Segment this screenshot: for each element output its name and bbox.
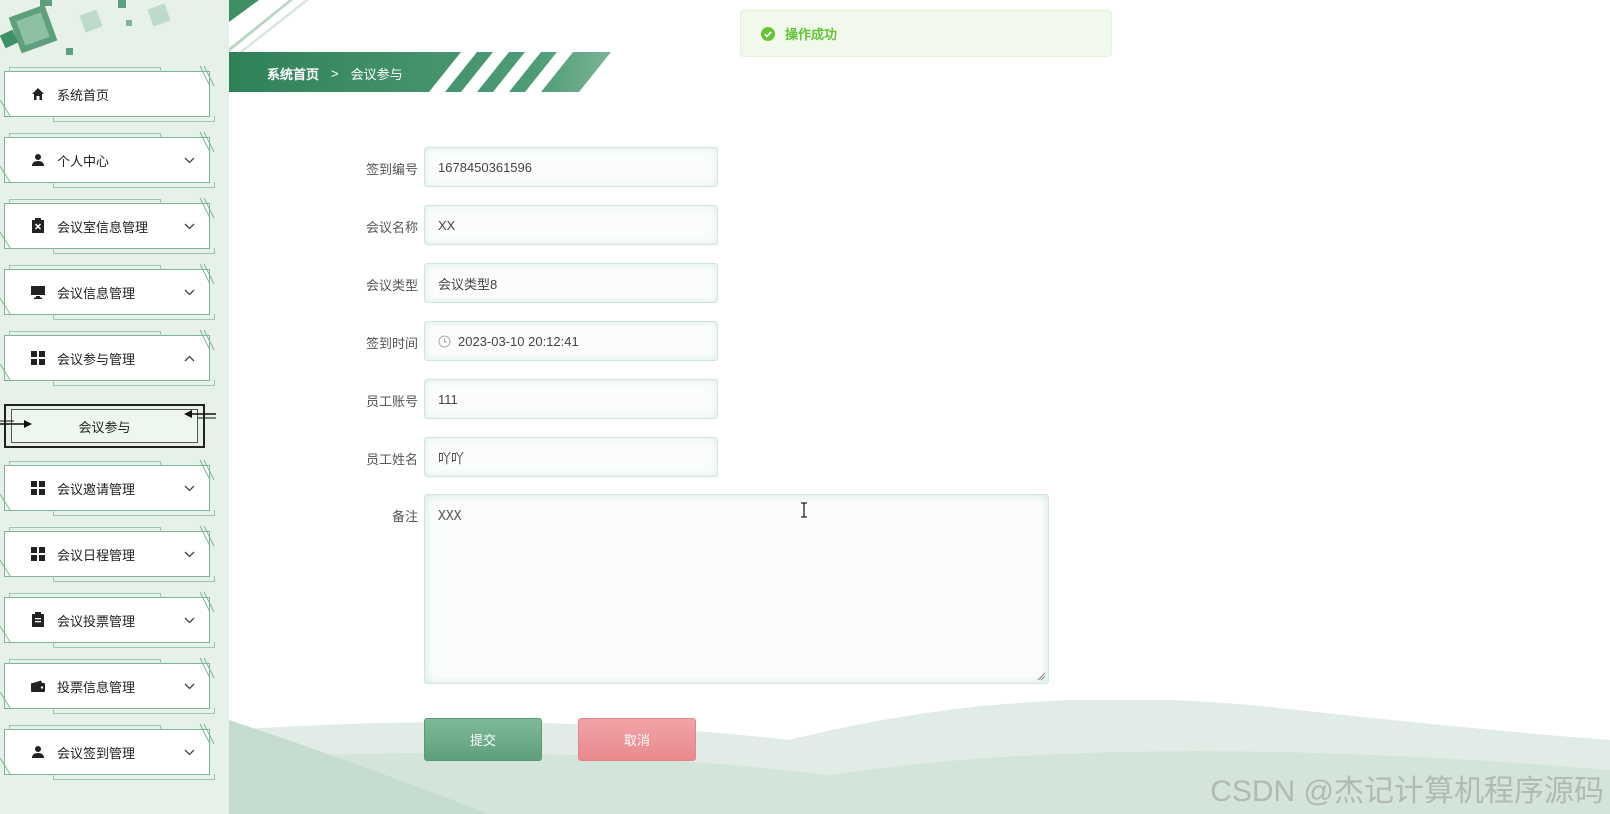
toast-message: 操作成功 [785, 27, 838, 42]
sidebar-item-label: 会议邀请管理 [57, 481, 136, 497]
employee-name-input[interactable]: 吖吖 [424, 437, 718, 477]
sidebar-item-schedule[interactable]: 会议日程管理 [4, 527, 215, 582]
field-value: 吖吖 [438, 450, 465, 466]
field-label: 签到时间 [365, 336, 418, 351]
submit-button[interactable]: 提交 [424, 718, 542, 761]
sidebar-item-participation[interactable]: 会议参与管理 [4, 331, 215, 386]
chevron-down-icon [183, 548, 195, 560]
menu-edge-decoration-left [0, 99, 11, 775]
sidebar-item-label: 会议投票管理 [57, 613, 136, 629]
text-cursor-icon [801, 502, 807, 518]
breadcrumb-separator: > [331, 66, 339, 81]
field-label: 签到编号 [365, 162, 418, 177]
menu-edge-decoration [199, 65, 215, 745]
field-label: 备注 [391, 509, 418, 524]
user-icon [29, 151, 47, 169]
sidebar-item-label: 会议日程管理 [57, 547, 136, 563]
sidebar-item-meeting-info[interactable]: 会议信息管理 [4, 265, 215, 320]
sidebar-item-label: 会议签到管理 [57, 745, 136, 761]
sidebar-subitem-label: 会议参与 [78, 419, 131, 435]
sidebar-item-label: 投票信息管理 [57, 679, 136, 695]
clock-icon [438, 335, 451, 347]
field-value: XXX [438, 509, 462, 524]
chevron-up-icon [183, 352, 195, 364]
grid-icon [29, 349, 47, 367]
sidebar-item-label: 会议室信息管理 [57, 219, 149, 235]
clipboard-x-icon [29, 217, 47, 235]
clipboard-icon [29, 611, 47, 629]
chevron-down-icon [183, 482, 195, 494]
meeting-type-input[interactable]: 会议类型8 [424, 263, 718, 303]
sidebar-item-vote[interactable]: 会议投票管理 [4, 593, 215, 648]
watermark: CSDN @杰记计算机程序源码 [1210, 775, 1604, 808]
sidebar-item-room-info[interactable]: 会议室信息管理 [4, 199, 215, 254]
field-label: 会议类型 [365, 278, 418, 293]
user-icon [29, 743, 47, 761]
sidebar-item-signin[interactable]: 会议签到管理 [4, 725, 215, 780]
chevron-down-icon [183, 220, 195, 232]
sidebar-decoration [0, 0, 171, 55]
remark-textarea[interactable]: XXX [424, 494, 1049, 684]
grid-icon [29, 545, 47, 563]
field-value: 2023-03-10 20:12:41 [458, 333, 579, 349]
sign-time-picker[interactable]: 2023-03-10 20:12:41 [424, 321, 718, 361]
sidebar-item-vote-info[interactable]: 投票信息管理 [4, 659, 215, 714]
chevron-down-icon [183, 614, 195, 626]
breadcrumb-current: 会议参与 [350, 67, 403, 82]
chevron-down-icon [183, 746, 195, 758]
home-icon [29, 85, 47, 103]
field-label: 员工姓名 [365, 452, 418, 467]
resize-handle-icon[interactable] [1037, 672, 1046, 681]
field-value: 会议类型8 [438, 276, 498, 292]
field-value: 111 [438, 391, 458, 407]
sidebar-item-label: 会议参与管理 [57, 351, 136, 367]
meeting-name-input[interactable]: XX [424, 205, 718, 245]
field-label: 会议名称 [365, 220, 418, 235]
sidebar-item-label: 个人中心 [57, 153, 110, 169]
field-label: 员工账号 [365, 394, 418, 409]
field-value: 1678450361596 [438, 159, 532, 175]
chevron-down-icon [183, 680, 195, 692]
wallet-icon [29, 677, 47, 695]
employee-account-input[interactable]: 111 [424, 379, 718, 419]
breadcrumb-home[interactable]: 系统首页 [267, 64, 319, 83]
check-circle-icon [761, 26, 775, 41]
monitor-icon [29, 283, 47, 301]
sidebar-item-profile[interactable]: 个人中心 [4, 133, 215, 188]
sidebar-item-invitation[interactable]: 会议邀请管理 [4, 461, 215, 516]
sidebar-item-label: 系统首页 [57, 87, 110, 103]
sign-no-input[interactable]: 1678450361596 [424, 147, 718, 187]
main-content: 系统首页 > 会议参与 操作成功 签到编号 1678450361596 会议名称… [229, 0, 1610, 814]
sidebar-item-home[interactable]: 系统首页 [4, 67, 215, 122]
success-toast: 操作成功 [740, 10, 1112, 57]
sidebar-item-label: 会议信息管理 [57, 285, 136, 301]
grid-icon [29, 479, 47, 497]
cancel-button[interactable]: 取消 [578, 718, 696, 761]
chevron-down-icon [183, 154, 195, 166]
chevron-down-icon [183, 286, 195, 298]
field-value: XX [438, 217, 456, 233]
breadcrumb: 系统首页 > 会议参与 [267, 64, 403, 83]
sidebar: 系统首页 个人中心 会议室信息管理 会议信息管理 会议参与管理 会议参与 会议邀… [0, 0, 229, 814]
